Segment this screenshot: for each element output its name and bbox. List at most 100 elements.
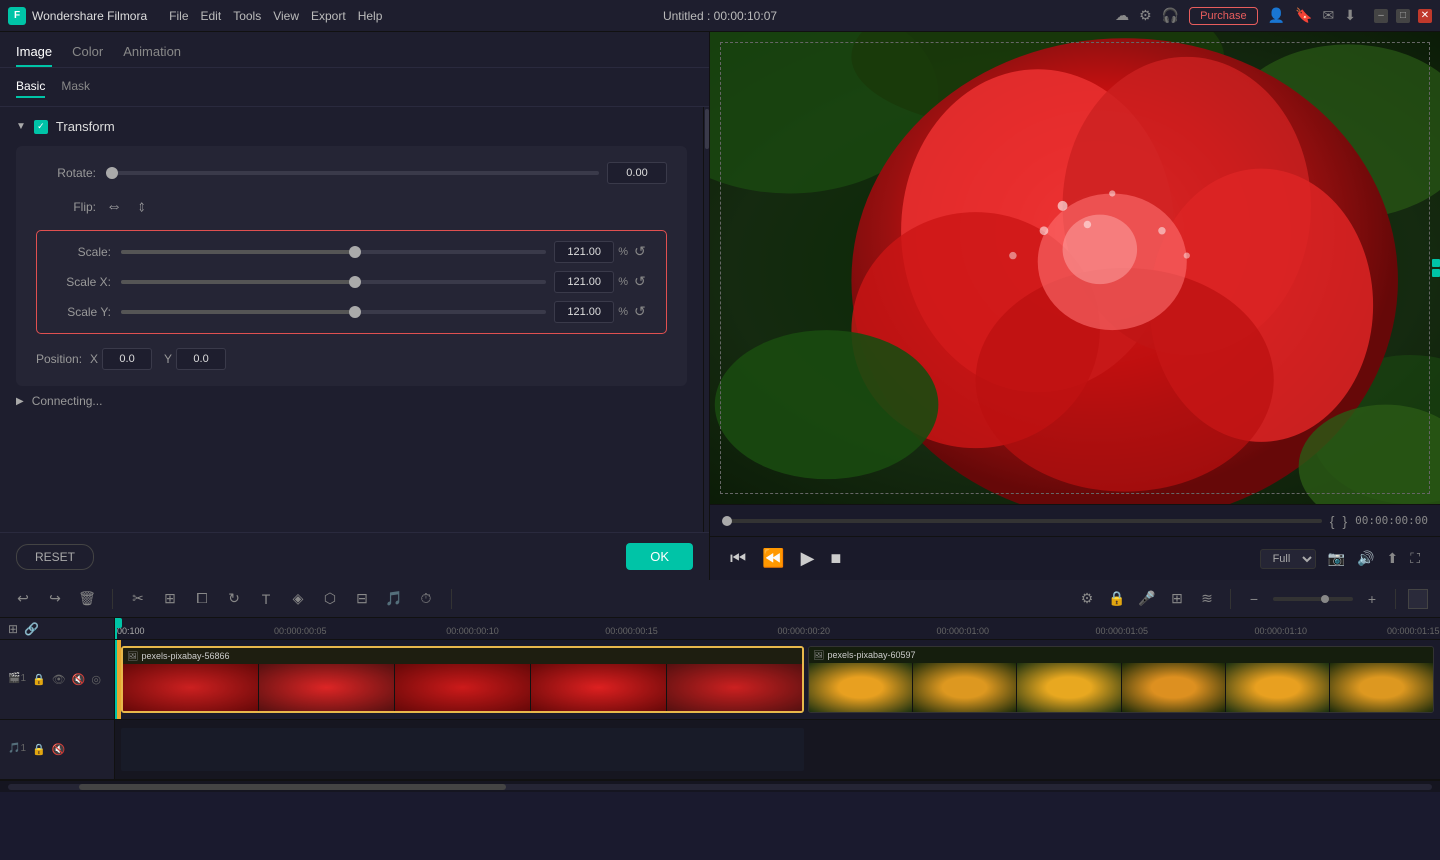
lock-audio-icon[interactable]: 🔒 xyxy=(32,743,46,756)
clip-2[interactable]: 🖼 pexels-pixabay-60597 xyxy=(808,646,1434,713)
scroll-track[interactable] xyxy=(8,784,1432,790)
position-x-input[interactable] xyxy=(102,348,152,370)
zoom-handle[interactable] xyxy=(1321,595,1329,603)
zoom-in-icon[interactable]: + xyxy=(1361,591,1383,607)
left-scrollbar[interactable] xyxy=(703,107,709,532)
settings-icon[interactable]: ⚙ xyxy=(1139,7,1152,24)
preview-slider[interactable] xyxy=(722,519,1322,523)
crop-icon[interactable]: ⊞ xyxy=(159,590,181,607)
stop-button[interactable]: ■ xyxy=(830,548,841,569)
visibility-icon[interactable]: ◎ xyxy=(91,673,101,686)
transition-icon[interactable]: ⬡ xyxy=(319,590,341,607)
tab-animation[interactable]: Animation xyxy=(123,40,181,67)
quality-select[interactable]: Full xyxy=(1260,549,1316,569)
audio-icon[interactable]: 🎵 xyxy=(383,590,405,607)
menu-help[interactable]: Help xyxy=(358,9,383,23)
timeline-mode-icon[interactable] xyxy=(1408,589,1428,609)
bracket-left: { xyxy=(1330,513,1335,529)
clip-2-frames xyxy=(809,663,1433,712)
mute-icon[interactable]: 🔇 xyxy=(72,673,86,686)
color-tl-icon[interactable]: ◈ xyxy=(287,590,309,607)
split-icon[interactable]: ⊟ xyxy=(351,590,373,607)
export-icon[interactable]: ⬆ xyxy=(1386,550,1398,567)
preview-handle[interactable] xyxy=(722,516,732,526)
scale-value[interactable] xyxy=(554,241,614,263)
text-icon[interactable]: T xyxy=(255,591,277,607)
maximize-button[interactable]: □ xyxy=(1396,9,1410,23)
scale-reset-icon[interactable]: ↺ xyxy=(634,243,652,261)
menu-view[interactable]: View xyxy=(273,9,299,23)
snap-icon[interactable]: ⚙ xyxy=(1076,590,1098,607)
zoom-slider[interactable] xyxy=(1273,597,1353,601)
eye-icon[interactable]: 👁 xyxy=(52,673,66,686)
scale-y-reset-icon[interactable]: ↺ xyxy=(634,303,652,321)
rotate-label: Rotate: xyxy=(36,166,106,180)
scale-slider[interactable] xyxy=(121,250,546,254)
add-track-icon[interactable]: ⊞ xyxy=(8,622,18,636)
volume-icon[interactable]: 🔊 xyxy=(1357,550,1374,567)
redo-icon[interactable]: ↪ xyxy=(44,590,66,607)
ruler-mark-7: 00:000:01:10 xyxy=(1255,622,1308,636)
menu-file[interactable]: File xyxy=(169,9,188,23)
merge-icon[interactable]: ⊞ xyxy=(1166,590,1188,607)
menu-export[interactable]: Export xyxy=(311,9,346,23)
scale-x-slider[interactable] xyxy=(121,280,546,284)
rotate-value[interactable] xyxy=(607,162,667,184)
play-button[interactable]: ▶ xyxy=(801,548,815,569)
link-icon[interactable]: 🔗 xyxy=(24,622,39,636)
download-icon[interactable]: ⬇ xyxy=(1344,7,1356,24)
clip-1[interactable]: 🖼 pexels-pixabay-56866 xyxy=(121,646,804,713)
user-icon[interactable]: 👤 xyxy=(1268,7,1285,24)
menu-tools[interactable]: Tools xyxy=(233,9,261,23)
dahlia-frame-6 xyxy=(1330,663,1433,712)
left-scroll-thumb[interactable] xyxy=(705,109,709,149)
timeline-scrollbar[interactable] xyxy=(0,780,1440,792)
zoom-out-icon[interactable]: − xyxy=(1243,591,1265,607)
mute-audio-icon[interactable]: 🔇 xyxy=(52,743,66,756)
cloud-icon[interactable]: ☁ xyxy=(1115,7,1129,24)
playhead-track xyxy=(115,640,117,719)
close-button[interactable]: ✕ xyxy=(1418,9,1432,23)
tab-image[interactable]: Image xyxy=(16,40,52,67)
connecting-arrow[interactable]: ▶ xyxy=(16,396,24,407)
scale-y-value[interactable] xyxy=(554,301,614,323)
flip-horizontal-button[interactable]: ⇔ xyxy=(106,198,122,216)
purchase-button[interactable]: Purchase xyxy=(1189,7,1257,25)
scale-x-value[interactable] xyxy=(554,271,614,293)
flip-vertical-button[interactable]: ⇔ xyxy=(133,199,151,215)
rotate-tl-icon[interactable]: ↻ xyxy=(223,590,245,607)
rewind-button[interactable]: ⏮ xyxy=(730,548,746,569)
position-y-field: Y xyxy=(164,348,226,370)
wave-icon[interactable]: ≋ xyxy=(1196,590,1218,607)
scale-y-slider[interactable] xyxy=(121,310,546,314)
headphone-icon[interactable]: 🎧 xyxy=(1162,7,1179,24)
bookmark-icon[interactable]: 🔖 xyxy=(1295,7,1312,24)
reset-button[interactable]: RESET xyxy=(16,544,94,570)
delete-icon[interactable]: 🗑 xyxy=(76,590,98,607)
prev-frame-button[interactable]: ⏪ xyxy=(762,548,784,569)
fullscreen-icon[interactable]: ⛶ xyxy=(1410,550,1420,567)
collapse-arrow[interactable]: ▼ xyxy=(16,121,26,132)
sub-tab-basic[interactable]: Basic xyxy=(16,76,45,98)
position-y-input[interactable] xyxy=(176,348,226,370)
mic-icon[interactable]: 🎤 xyxy=(1136,590,1158,607)
titlebar: F Wondershare Filmora File Edit Tools Vi… xyxy=(0,0,1440,32)
mail-icon[interactable]: ✉ xyxy=(1323,7,1335,24)
back-icon[interactable]: ⏱ xyxy=(415,590,437,607)
minimize-button[interactable]: – xyxy=(1374,9,1388,23)
ruler-mark-8: 00:000:01:15 xyxy=(1387,622,1440,636)
lock-icon[interactable]: 🔒 xyxy=(1106,590,1128,607)
lock-track-icon[interactable]: 🔒 xyxy=(32,673,46,686)
screenshot-icon[interactable]: 📷 xyxy=(1328,550,1345,567)
scroll-thumb[interactable] xyxy=(79,784,506,790)
undo-icon[interactable]: ↩ xyxy=(12,590,34,607)
rotate-slider[interactable] xyxy=(106,171,599,175)
layer-icon[interactable]: ⧠ xyxy=(191,590,213,607)
cut-icon[interactable]: ✂ xyxy=(127,590,149,607)
scale-x-reset-icon[interactable]: ↺ xyxy=(634,273,652,291)
transform-toggle[interactable]: ✓ xyxy=(34,120,48,134)
sub-tab-mask[interactable]: Mask xyxy=(61,76,90,98)
menu-edit[interactable]: Edit xyxy=(201,9,222,23)
ok-button[interactable]: OK xyxy=(626,543,693,570)
tab-color[interactable]: Color xyxy=(72,40,103,67)
